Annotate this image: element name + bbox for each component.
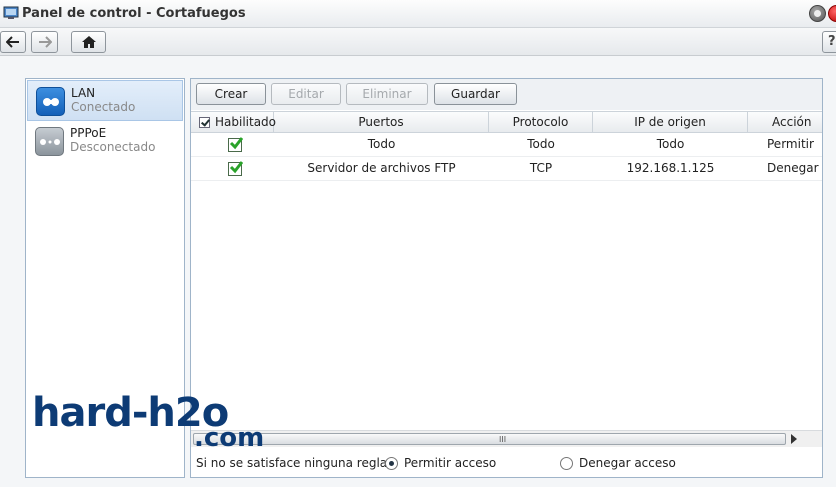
scrollbar-thumb[interactable]: III: [193, 433, 786, 445]
interface-item-lan[interactable]: LAN Conectado: [27, 80, 183, 121]
check-icon: [229, 161, 243, 174]
watermark-domain: .com: [194, 423, 265, 453]
interface-status: Conectado: [71, 100, 136, 114]
home-button[interactable]: [71, 31, 106, 53]
help-button[interactable]: ?: [822, 31, 836, 53]
home-icon: [81, 36, 96, 48]
column-header-action[interactable]: Acción: [748, 112, 822, 133]
edit-button[interactable]: Editar: [271, 83, 341, 105]
protocol-cell: Todo: [527, 137, 555, 151]
interface-status: Desconectado: [70, 140, 156, 154]
default-policy-label: Si no se satisface ninguna regla:: [196, 456, 392, 470]
back-button[interactable]: [0, 31, 26, 53]
action-cell: Denegar: [767, 161, 819, 175]
table-header: Habilitado Puertos Protocolo IP de orige…: [191, 111, 822, 133]
deny-access-radio[interactable]: [560, 457, 573, 470]
scroll-right-arrow-icon[interactable]: [791, 434, 797, 444]
interface-name: LAN: [71, 86, 96, 100]
protocol-cell: TCP: [529, 161, 553, 175]
allow-access-radio[interactable]: [385, 457, 398, 470]
interface-item-pppoe[interactable]: PPPoE Desconectado: [27, 121, 183, 162]
forward-button[interactable]: [31, 31, 58, 53]
watermark: hard-h2o .com: [32, 393, 265, 455]
window-minimize-button[interactable]: [809, 5, 826, 22]
firewall-rules-panel: Crear Editar Eliminar Guardar Habilitado…: [190, 78, 823, 478]
network-connected-icon: [36, 87, 65, 116]
allow-access-label[interactable]: Permitir acceso: [404, 456, 496, 470]
column-header-protocol[interactable]: Protocolo: [489, 112, 593, 133]
interface-name: PPPoE: [70, 126, 107, 140]
scrollbar-grip: III: [499, 435, 507, 444]
column-header-source-ip[interactable]: IP de origen: [593, 112, 748, 133]
delete-button[interactable]: Eliminar: [346, 83, 428, 105]
column-header-ports[interactable]: Puertos: [274, 112, 489, 133]
enabled-checkbox[interactable]: [228, 161, 243, 176]
arrow-right-icon: [38, 36, 52, 48]
ports-cell: Servidor de archivos FTP: [307, 161, 456, 175]
enabled-cell: [191, 133, 274, 157]
table-row[interactable]: Todo Todo Todo Permitir: [191, 133, 822, 157]
enabled-cell: [191, 157, 274, 181]
source-ip-cell: 192.168.1.125: [626, 161, 715, 175]
title-bar: Panel de control - Cortafuegos: [0, 0, 836, 28]
create-button[interactable]: Crear: [196, 83, 266, 105]
check-icon: [229, 137, 243, 150]
navigation-bar: ?: [0, 28, 836, 56]
select-all-checkbox[interactable]: [199, 117, 210, 128]
arrow-left-icon: [6, 36, 19, 48]
column-header-enabled[interactable]: Habilitado: [191, 112, 276, 133]
enabled-checkbox[interactable]: [228, 137, 243, 152]
help-icon: ?: [828, 34, 836, 49]
save-button[interactable]: Guardar: [434, 83, 517, 105]
default-policy-bar: Si no se satisface ninguna regla: Permit…: [191, 448, 822, 477]
window-title: Panel de control - Cortafuegos: [22, 6, 246, 21]
table-row[interactable]: Servidor de archivos FTP TCP 192.168.1.1…: [191, 157, 822, 181]
toolbar: Crear Editar Eliminar Guardar: [191, 79, 822, 110]
ports-cell: Todo: [367, 137, 396, 151]
window-close-button[interactable]: [828, 5, 836, 22]
source-ip-cell: Todo: [656, 137, 685, 151]
control-panel-icon: [3, 6, 19, 19]
horizontal-scrollbar[interactable]: III: [191, 430, 822, 447]
network-disconnected-icon: [35, 127, 64, 156]
action-cell: Permitir: [767, 137, 814, 151]
deny-access-label[interactable]: Denegar acceso: [579, 456, 676, 470]
